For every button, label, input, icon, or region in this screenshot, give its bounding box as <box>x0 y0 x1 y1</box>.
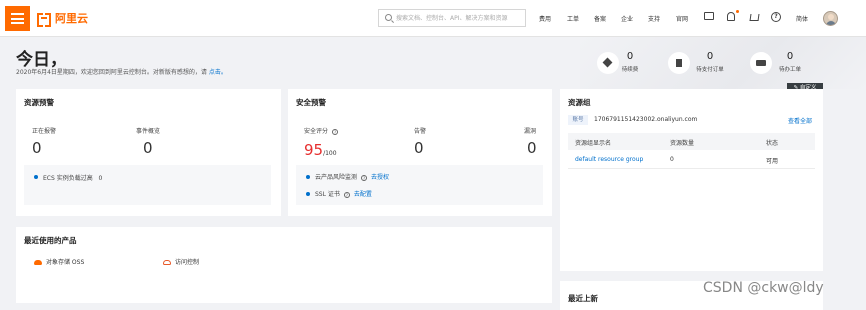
stat-circle <box>750 52 772 74</box>
view-all-link[interactable]: 查看全部 <box>788 116 812 125</box>
nav-fee[interactable]: 费用 <box>539 14 551 23</box>
welcome-text: 2020年6月4日星期四，欢迎您回到阿里云控制台。对新版有感想的，请 <box>16 69 207 76</box>
welcome-subtitle: 2020年6月4日星期四，欢迎您回到阿里云控制台。对新版有感想的，请 点击。 <box>16 67 227 76</box>
nav-language[interactable]: 简体 <box>796 14 808 23</box>
card-title: 安全预警 <box>296 98 326 107</box>
alarming-value[interactable]: 0 <box>32 139 42 157</box>
resource-count: 0 <box>670 156 674 163</box>
search-input[interactable] <box>396 11 522 25</box>
watermark: CSDN @ckw@ldy <box>703 280 824 296</box>
search-box[interactable] <box>378 9 526 27</box>
user-avatar[interactable] <box>823 11 838 26</box>
help-icon[interactable]: ? <box>771 12 781 22</box>
stat-pending-tickets[interactable]: 0 待办工单 <box>750 51 810 79</box>
search-icon <box>385 14 392 21</box>
brand-logo[interactable]: 阿里云 <box>37 10 88 27</box>
column-header: 资源组显示名 <box>575 140 612 147</box>
card-title: 资源组 <box>568 98 591 107</box>
top-navigation-bar: 阿里云 费用 工单 备案 企业 支持 官网 ? 简体 <box>0 0 866 37</box>
stat-value: 0 <box>626 51 634 62</box>
nav-workorder[interactable]: 工单 <box>567 14 579 23</box>
alerts-value[interactable]: 0 <box>414 139 424 157</box>
score-value: 95 <box>304 141 324 159</box>
ecs-alert-item[interactable]: ECS 实例负载过高 0 <box>43 173 102 182</box>
nav-support[interactable]: 支持 <box>648 14 660 23</box>
card-title: 最近上新 <box>568 294 598 303</box>
stat-unpaid-orders[interactable]: 0 待支付订单 <box>668 51 738 79</box>
product-oss[interactable]: 对象存储 OSS <box>34 257 84 266</box>
account-badge: 账号 <box>568 115 588 125</box>
table-header: 资源组显示名 资源数量 状态 <box>568 133 815 150</box>
cart-icon[interactable] <box>749 14 760 21</box>
help-icon[interactable]: ? <box>361 174 368 181</box>
resource-alert-card: 资源预警 正在报警 0 事件概览 0 ECS 实例负载过高 0 <box>16 89 281 216</box>
security-alert-detail: 云产品风险监测? 去授权 SSL 证书? 去配置 <box>296 165 543 205</box>
feedback-link[interactable]: 点击。 <box>209 69 227 76</box>
vuln-value[interactable]: 0 <box>527 139 537 157</box>
security-score[interactable]: 95/100 <box>304 141 337 159</box>
alarming-label: 正在报警 <box>32 128 57 135</box>
brand-name: 阿里云 <box>55 12 88 25</box>
stat-circle <box>668 52 690 74</box>
cloud-shell-icon[interactable] <box>704 12 714 20</box>
table-divider <box>568 168 815 169</box>
ram-cloud-icon <box>163 260 171 265</box>
stat-value: 0 <box>786 51 794 62</box>
recent-products-card: 最近使用的产品 对象存储 OSS 访问控制 <box>16 227 552 303</box>
account-name: 1706791151423002.onaliyun.com <box>594 116 698 123</box>
events-value[interactable]: 0 <box>143 139 153 157</box>
resource-group-card: 资源组 账号 1706791151423002.onaliyun.com 查看全… <box>560 89 823 271</box>
bullet <box>306 192 310 196</box>
resource-group-name-link[interactable]: default resource group <box>575 156 643 163</box>
card-title: 最近使用的产品 <box>24 236 77 245</box>
document-icon <box>676 59 682 67</box>
risk-monitor-item: 云产品风险监测? 去授权 <box>315 174 390 181</box>
resource-alert-detail: ECS 实例负载过高 0 <box>24 165 271 205</box>
oss-cloud-icon <box>34 260 42 265</box>
nav-enterprise[interactable]: 企业 <box>621 14 633 23</box>
ssl-cert-item: SSL 证书? 去配置 <box>315 191 372 198</box>
column-header: 资源数量 <box>670 140 695 147</box>
help-icon[interactable]: ? <box>343 191 350 198</box>
score-max: /100 <box>323 150 337 157</box>
stat-label: 待续费 <box>621 67 639 73</box>
product-ram[interactable]: 访问控制 <box>163 257 199 266</box>
card-title: 资源预警 <box>24 98 54 107</box>
welcome-banner: 今日， 2020年6月4日星期四，欢迎您回到阿里云控制台。对新版有感想的，请 点… <box>0 37 866 89</box>
stat-value: 0 <box>706 51 714 62</box>
security-alert-card: 安全预警 安全评分? 95/100 告警 0 漏洞 0 云产品风险监测? 去授权 … <box>288 89 552 216</box>
bullet <box>306 175 310 179</box>
events-label: 事件概览 <box>136 128 161 135</box>
configure-link[interactable]: 去配置 <box>354 191 372 198</box>
aliyun-logo-icon <box>37 13 51 27</box>
vuln-label: 漏洞 <box>524 128 537 135</box>
stat-label: 待办工单 <box>778 67 801 73</box>
alerts-label: 告警 <box>414 128 427 135</box>
resource-status: 可用 <box>766 158 779 165</box>
menu-icon[interactable] <box>5 6 30 31</box>
security-score-label: 安全评分? <box>304 128 339 135</box>
bell-icon[interactable] <box>727 12 735 21</box>
nav-record[interactable]: 备案 <box>594 14 606 23</box>
bullet <box>34 175 38 179</box>
stat-renewal[interactable]: 0 待续费 <box>597 51 657 79</box>
nav-official[interactable]: 官网 <box>676 14 688 23</box>
inbox-icon <box>756 60 766 66</box>
help-icon[interactable]: ? <box>332 128 339 135</box>
stat-label: 待支付订单 <box>696 67 724 73</box>
column-header: 状态 <box>766 140 779 147</box>
notification-dot <box>736 10 739 13</box>
authorize-link[interactable]: 去授权 <box>371 174 389 181</box>
